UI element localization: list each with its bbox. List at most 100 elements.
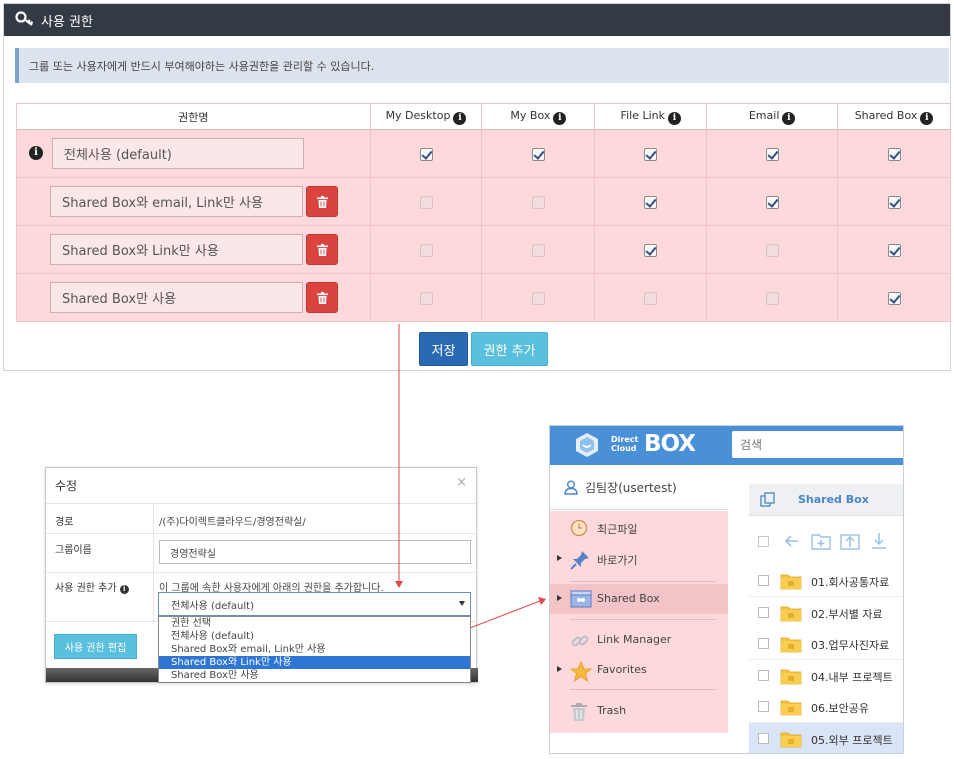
col-header-shared-box: Shared Box i	[837, 103, 951, 130]
expand-arrow-icon[interactable]	[557, 666, 562, 672]
sidebar-item-shared-box[interactable]: Shared Box	[550, 584, 728, 614]
upload-icon[interactable]	[840, 532, 860, 550]
select-all-checkbox[interactable]	[758, 536, 769, 547]
permission-checkbox[interactable]	[887, 148, 901, 161]
info-icon[interactable]: i	[29, 146, 43, 160]
sidebar-item-trash[interactable]: Trash	[550, 696, 728, 726]
folder-row[interactable]: 05.외부 프로젝트	[749, 723, 903, 753]
permission-checkbox-cell	[594, 177, 708, 226]
group-name-input[interactable]: 경영전략실	[159, 540, 471, 564]
chevron-down-icon	[459, 601, 465, 606]
permission-option[interactable]: Shared Box만 사용	[159, 669, 470, 682]
permission-checkbox[interactable]	[419, 148, 433, 161]
permission-checkbox[interactable]	[531, 196, 545, 209]
permission-checkbox[interactable]	[765, 196, 779, 209]
edit-dialog: 수정 × 경로 /(주)다이렉트클라우드/경영전략실/ 그룹이름 경영전략실 사…	[45, 467, 478, 683]
permission-checkbox[interactable]	[419, 244, 433, 257]
download-icon[interactable]	[870, 532, 888, 550]
sidebar-item-link-manager[interactable]: Link Manager	[550, 625, 728, 655]
permission-checkbox-cell	[837, 177, 951, 226]
permission-option[interactable]: 권한 선택	[159, 617, 470, 630]
user-profile[interactable]: 김팀장(usertest)	[550, 465, 728, 510]
edit-permission-button[interactable]: 사용 권한 편집	[54, 634, 137, 659]
close-icon[interactable]: ×	[456, 475, 467, 490]
logo-text-small: Direct Cloud	[611, 435, 639, 453]
info-icon[interactable]: i	[920, 111, 934, 125]
folder-row[interactable]: 02.부서별 자료	[749, 596, 903, 629]
info-icon[interactable]: i	[553, 111, 567, 125]
logo-cube-icon	[576, 433, 598, 457]
info-icon[interactable]: i	[667, 111, 681, 125]
sidebar-item-바로가기[interactable]: 바로가기	[550, 544, 728, 574]
sidebar-item-favorites[interactable]: Favorites	[550, 655, 728, 685]
folder-row[interactable]: 01.회사공통자료	[749, 565, 903, 597]
permission-name-input[interactable]: Shared Box만 사용	[50, 282, 303, 313]
permission-checkbox-cell	[481, 273, 596, 322]
delete-button[interactable]	[306, 186, 338, 217]
permission-checkbox[interactable]	[419, 292, 433, 305]
app-header: Direct Cloud BOX 검색	[550, 426, 903, 465]
add-permission-button[interactable]: 권한 추가	[471, 332, 548, 366]
permission-row: i 전체사용 (default)	[16, 129, 951, 178]
permission-checkbox[interactable]	[887, 196, 901, 209]
permission-name-input[interactable]: Shared Box와 Link만 사용	[50, 234, 303, 265]
permission-checkbox-cell	[706, 129, 839, 178]
folder-checkbox[interactable]	[758, 638, 769, 650]
folder-name: 01.회사공통자료	[811, 576, 890, 589]
permission-panel: 사용 권한 그룹 또는 사용자에게 반드시 부여해야하는 사용권한을 관리할 수…	[3, 3, 951, 371]
permission-checkbox[interactable]	[765, 292, 779, 305]
folder-checkbox[interactable]	[758, 669, 769, 681]
permission-select[interactable]: 전체사용 (default)	[158, 592, 471, 616]
permission-checkbox[interactable]	[765, 148, 779, 161]
permission-checkbox-cell	[706, 177, 839, 226]
permission-option[interactable]: Shared Box와 Link만 사용	[159, 656, 470, 669]
permission-row: Shared Box만 사용	[16, 273, 951, 322]
permission-label: 사용 권한 추가 i	[55, 579, 129, 594]
search-input[interactable]: 검색	[732, 431, 903, 458]
path-label: 경로	[55, 517, 74, 528]
folder-row[interactable]: 03.업무사진자료	[749, 628, 903, 661]
pin-icon	[570, 550, 590, 573]
permission-option[interactable]: 전체사용 (default)	[159, 630, 470, 643]
permission-checkbox[interactable]	[531, 148, 545, 161]
permission-checkbox[interactable]	[887, 292, 901, 305]
folder-checkbox[interactable]	[758, 606, 769, 618]
permission-checkbox-cell	[481, 177, 596, 226]
folder-row[interactable]: 04.내부 프로젝트	[749, 659, 903, 692]
sidebar-divider	[570, 689, 716, 690]
permission-checkbox[interactable]	[531, 292, 545, 305]
expand-arrow-icon[interactable]	[557, 595, 562, 601]
permission-checkbox[interactable]	[644, 244, 658, 257]
permission-checkbox-cell	[369, 273, 483, 322]
permission-name-cell: Shared Box와 Link만 사용	[16, 225, 371, 274]
clock-icon	[570, 519, 588, 540]
permission-checkbox[interactable]	[531, 244, 545, 257]
permission-name-input[interactable]: Shared Box와 email, Link만 사용	[50, 186, 303, 217]
expand-arrow-icon[interactable]	[557, 555, 562, 561]
info-icon[interactable]: i	[453, 111, 467, 125]
folder-checkbox[interactable]	[758, 701, 769, 713]
trash-icon	[317, 292, 328, 304]
folder-icon	[780, 730, 802, 752]
new-folder-icon[interactable]	[811, 532, 831, 550]
permission-checkbox[interactable]	[419, 196, 433, 209]
permission-option[interactable]: Shared Box와 email, Link만 사용	[159, 643, 470, 656]
key-icon	[15, 11, 35, 29]
folder-checkbox[interactable]	[758, 575, 769, 586]
permission-row: Shared Box와 Link만 사용	[16, 225, 951, 274]
permission-name-cell: Shared Box만 사용	[16, 273, 371, 322]
permission-checkbox[interactable]	[887, 244, 901, 257]
permission-checkbox[interactable]	[644, 292, 658, 305]
permission-checkbox[interactable]	[644, 196, 658, 209]
sidebar-item-최근파일[interactable]: 최근파일	[550, 513, 728, 543]
back-arrow-icon[interactable]	[784, 533, 800, 549]
folder-row[interactable]: 06.보안공유	[749, 691, 903, 724]
permission-checkbox[interactable]	[765, 244, 779, 257]
permission-checkbox[interactable]	[644, 148, 658, 161]
delete-button[interactable]	[306, 282, 338, 313]
folder-checkbox[interactable]	[758, 733, 769, 744]
permission-name-input[interactable]: 전체사용 (default)	[52, 138, 304, 169]
delete-button[interactable]	[306, 234, 338, 265]
save-button[interactable]: 저장	[419, 332, 468, 366]
info-icon[interactable]: i	[782, 111, 796, 125]
